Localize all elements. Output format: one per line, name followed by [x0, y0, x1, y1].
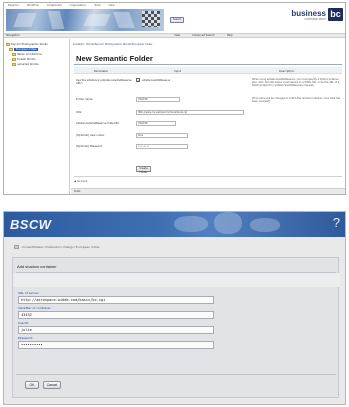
main-content: Location: Home/Taycom Photographic Studi… — [71, 39, 345, 194]
existance-checkbox[interactable] — [136, 78, 140, 83]
go-back-label: Go back — [76, 180, 88, 183]
nav-collaborate[interactable]: Collaborate — [47, 4, 62, 7]
form-row-folder-name: Folder name: UGCL06 [This name will be c… — [74, 97, 342, 105]
tree-item[interactable]: Taycom Photographic Studio — [6, 43, 48, 46]
tree-item-label: uploaded photos — [17, 63, 39, 66]
form-row-password: [Optional] Password: •••••••• — [74, 144, 342, 152]
userid-input[interactable]: julie — [18, 326, 214, 334]
nav-organisation[interactable]: Organisation — [70, 4, 87, 7]
business-collaborator-window: Explorer Workflow Collaborate Organisati… — [3, 2, 346, 195]
breadcrumb: ConsultMaster::Federation::Design::Europ… — [14, 245, 100, 249]
help-icon[interactable]: ? — [333, 215, 340, 230]
form-title: Add shadow container — [17, 264, 57, 269]
bscw-logo: BSCW — [10, 217, 52, 232]
tree-item-label: Italian Architecture — [17, 53, 42, 56]
username-input[interactable]: jdoe — [136, 133, 188, 138]
back-arrow-icon: ◀ — [74, 180, 76, 183]
folder-id-input[interactable]: UGCL06 — [136, 121, 176, 126]
app-banner: Explorer Workflow Collaborate Organisati… — [4, 3, 345, 33]
form-row-username: [Optional] User name: jdoe — [74, 133, 342, 141]
password-label: Password: — [18, 336, 34, 340]
url-input[interactable]: http://www.cnr.sample/cnr/bscw/bscw.cgi — [136, 110, 244, 115]
spacer — [13, 273, 340, 287]
url-label: URL of server: — [18, 291, 40, 295]
status-bar-label: Tools — [74, 190, 81, 193]
field-label: eXistance/eXistReserve folder/ID: — [76, 122, 120, 125]
go-back-link[interactable]: ◀ Go back — [74, 180, 87, 183]
field-description: [This name will be changed to match the … — [252, 97, 341, 103]
nav-help[interactable]: Help — [109, 4, 115, 7]
header-description: Description — [279, 69, 295, 73]
form-row-url: URL: http://www.cnr.sample/cnr/bscw/bscw… — [74, 110, 342, 118]
folder-name-input[interactable]: UGCL06 — [136, 97, 180, 102]
tree-item-label: Taycom Photographic Studio — [11, 43, 48, 46]
page-title: New Semantic Folder — [76, 54, 153, 63]
top-nav: Explorer Workflow Collaborate Organisati… — [6, 3, 164, 8]
divider — [74, 64, 342, 65]
field-label: Folder name: — [76, 98, 94, 101]
tree-item[interactable]: uploaded photos — [12, 63, 39, 66]
divider — [74, 176, 342, 177]
form-row-existance: Use the eXistance (eXistance/eXistReserv… — [74, 78, 342, 92]
toolbar: Navigation View Advanced Search Help — [4, 33, 345, 38]
header-parameter: Parameter — [94, 69, 108, 73]
folder-icon — [9, 48, 13, 51]
world-map-graphic — [164, 212, 294, 237]
breadcrumb-path[interactable]: Home/Taycom Photographic Studio/European… — [86, 43, 153, 46]
tree-item-label: European Cities — [14, 48, 39, 51]
toolbar-help[interactable]: Help — [227, 34, 233, 38]
bc-logo-icon: bc — [328, 8, 343, 21]
field-description: When using eXistance/eXistReserve, you m… — [252, 78, 340, 87]
breadcrumb: Location: Home/Taycom Photographic Studi… — [73, 43, 152, 46]
container-icon — [14, 245, 19, 249]
tree-item-label: Turkish Photos — [17, 58, 36, 61]
field-label: [Optional] User name: — [76, 134, 105, 137]
divider — [16, 374, 336, 375]
bscw-window: BSCW ? ConsultMaster::Federation::Design… — [3, 211, 346, 405]
field-label: URL: — [76, 111, 83, 114]
folder-icon — [6, 43, 10, 46]
checkbox-label: eXistance/eXistReserve — [142, 78, 171, 82]
nav-workflow[interactable]: Workflow — [27, 4, 39, 7]
form-row-folder-id: eXistance/eXistReserve folder/ID: UGCL06 — [74, 121, 342, 129]
navigation-tree: Taycom Photographic Studio European Citi… — [4, 39, 70, 194]
toolbar-links: View Advanced Search Help — [174, 34, 233, 38]
banner-search-button[interactable]: Search — [170, 17, 184, 23]
navigation-label: Navigation — [6, 34, 20, 37]
folder-icon — [12, 58, 16, 61]
checkered-flag-icon — [142, 11, 160, 27]
server-url-input[interactable]: http://aerospace.wideb.com/basic/bc.cgi — [18, 296, 214, 304]
breadcrumb-path[interactable]: ConsultMaster::Federation::Design::Europ… — [22, 245, 100, 249]
nav-tools[interactable]: Tools — [94, 4, 100, 7]
ok-button[interactable]: OK — [25, 381, 39, 389]
nav-explorer[interactable]: Explorer — [8, 4, 19, 7]
container-id-input[interactable]: 43432 — [18, 311, 214, 319]
create-folder-button[interactable]: Create Folder — [136, 166, 151, 174]
toolbar-advanced-search[interactable]: Advanced Search — [192, 34, 215, 38]
form-header: Parameter Input Description — [74, 67, 342, 74]
userid-label: UserID: — [18, 321, 30, 325]
password-input[interactable]: •••••••• — [136, 144, 188, 149]
container-id-label: Identifier of container: — [18, 306, 52, 310]
banner-image — [6, 9, 164, 31]
toolbar-view[interactable]: View — [174, 34, 180, 38]
header-input: Input — [174, 69, 181, 73]
folder-icon — [12, 63, 16, 66]
cancel-button[interactable]: Cancel — [43, 381, 61, 389]
status-bar: Tools — [71, 188, 345, 194]
brand: business collaborator bc — [291, 8, 343, 21]
field-label: Use the eXistance (eXistance/eXistReserv… — [76, 79, 132, 85]
breadcrumb-prefix: Location: — [73, 43, 85, 46]
add-shadow-container-form: Add shadow container URL of server: http… — [12, 257, 340, 398]
tree-item[interactable]: Italian Architecture — [12, 53, 42, 56]
tree-item-selected[interactable]: European Cities — [9, 48, 39, 51]
password-input[interactable]: •••••••••• — [18, 341, 214, 349]
field-label: [Optional] Password: — [76, 145, 103, 148]
folder-icon — [12, 53, 16, 56]
bscw-header: BSCW ? — [4, 212, 345, 237]
tree-item[interactable]: Turkish Photos — [12, 58, 36, 61]
